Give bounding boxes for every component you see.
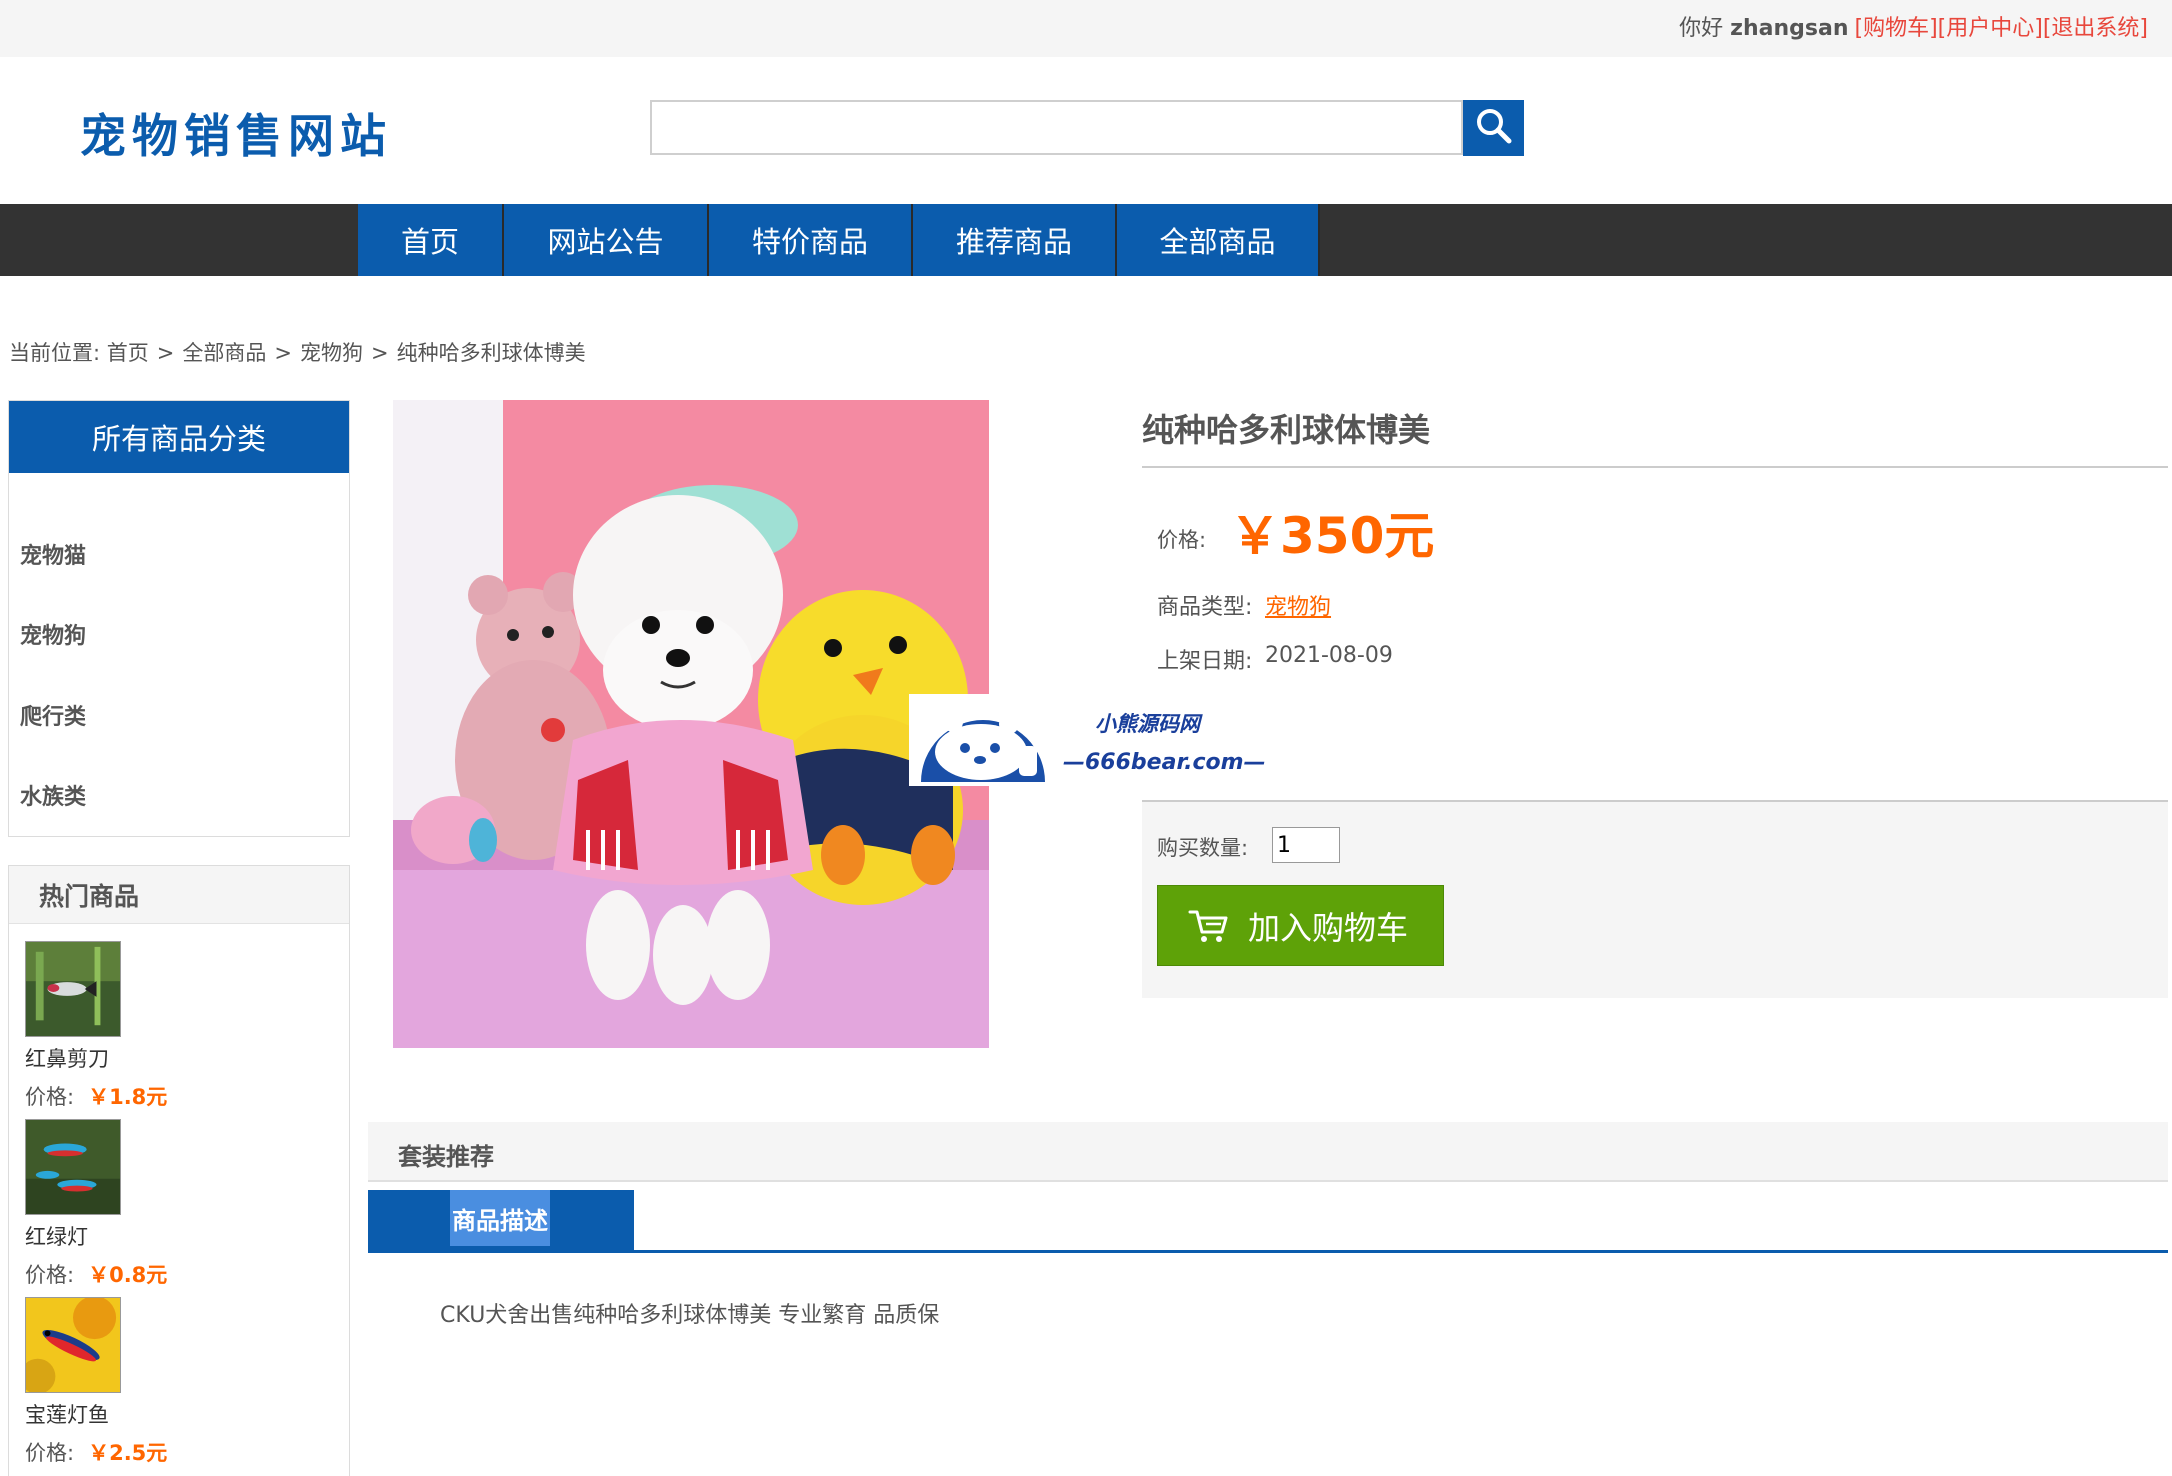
main-nav-bar: 首页 网站公告 特价商品 推荐商品 全部商品 xyxy=(0,204,2172,276)
breadcrumb-separator: > xyxy=(274,341,292,365)
hot-product-price-label: 价格: xyxy=(25,1263,75,1287)
nav-all-products[interactable]: 全部商品 xyxy=(1117,204,1320,276)
divider xyxy=(1142,466,2168,468)
hot-product-price-value: ￥0.8元 xyxy=(88,1263,168,1287)
greeting-text: 你好 xyxy=(1679,16,1724,41)
category-reptiles[interactable]: 爬行类 xyxy=(20,699,86,731)
site-logo[interactable]: 宠物销售网站 xyxy=(80,100,392,166)
logout-link[interactable]: [退出系统] xyxy=(2043,16,2148,41)
tab-product-description[interactable]: 商品描述 xyxy=(368,1190,634,1250)
package-recommend-title: 套装推荐 xyxy=(398,1143,494,1171)
user-greeting: 你好 zhangsan [购物车][用户中心][退出系统] xyxy=(1679,10,2148,42)
nav-home[interactable]: 首页 xyxy=(358,204,504,276)
listing-date-label: 上架日期: xyxy=(1157,649,1253,674)
hot-product-price-label: 价格: xyxy=(25,1441,75,1465)
nav-special-offers[interactable]: 特价商品 xyxy=(709,204,913,276)
hot-product-item: 宝莲灯鱼 价格: ￥2.5元 xyxy=(25,1297,325,1467)
hot-products-title: 热门商品 xyxy=(9,866,349,924)
search-input[interactable] xyxy=(650,100,1463,155)
nav-announcements[interactable]: 网站公告 xyxy=(504,204,709,276)
hot-product-image[interactable] xyxy=(25,1119,121,1215)
tab-underline xyxy=(368,1250,2168,1253)
add-to-cart-label: 加入购物车 xyxy=(1248,908,1409,947)
hot-product-name[interactable]: 红绿灯 xyxy=(25,1221,325,1251)
hot-product-image[interactable] xyxy=(25,1297,121,1393)
hot-product-price: 价格: ￥1.8元 xyxy=(25,1081,325,1111)
listing-date: 2021-08-09 xyxy=(1265,643,1393,668)
breadcrumb-prefix: 当前位置: xyxy=(9,341,101,365)
tab-product-description-label: 商品描述 xyxy=(450,1190,550,1246)
cart-icon xyxy=(1188,908,1230,944)
nav-recommended[interactable]: 推荐商品 xyxy=(913,204,1117,276)
purchase-panel: 购买数量: 加入购物车 xyxy=(1142,800,2168,998)
hot-product-price: 价格: ￥0.8元 xyxy=(25,1259,325,1289)
watermark-text-line2: —666bear.com— xyxy=(1063,750,1266,775)
price-label: 价格: xyxy=(1157,528,1207,552)
hot-product-image[interactable] xyxy=(25,941,121,1037)
breadcrumb-separator: > xyxy=(370,341,389,365)
hot-product-price: 价格: ￥2.5元 xyxy=(25,1437,325,1467)
top-bar: 你好 zhangsan [购物车][用户中心][退出系统] xyxy=(0,0,2172,57)
bear-logo-icon xyxy=(909,694,1059,786)
product-title: 纯种哈多利球体博美 xyxy=(1142,411,1431,449)
category-dogs[interactable]: 宠物狗 xyxy=(20,618,86,650)
category-aquatic[interactable]: 水族类 xyxy=(20,779,86,811)
breadcrumb-current: 纯种哈多利球体博美 xyxy=(396,341,586,365)
hot-product-name[interactable]: 宝莲灯鱼 xyxy=(25,1399,325,1429)
watermark: 小熊源码网 —666bear.com— xyxy=(909,694,1266,786)
add-to-cart-button[interactable]: 加入购物车 xyxy=(1157,885,1444,966)
product-image xyxy=(393,400,989,1048)
hot-products-panel: 热门商品 红鼻剪刀 价格: ￥1.8元 红绿灯 价格: ￥0.8元 宝莲灯鱼 价… xyxy=(8,865,350,1476)
search-icon xyxy=(1475,107,1513,149)
breadcrumb: 当前位置: 首页 > 全部商品 > 宠物狗 > 纯种哈多利球体博美 xyxy=(9,337,586,367)
quantity-label: 购买数量: xyxy=(1157,836,1249,860)
hot-product-item: 红鼻剪刀 价格: ￥1.8元 xyxy=(25,941,325,1111)
breadcrumb-home[interactable]: 首页 xyxy=(107,341,149,365)
hot-product-name[interactable]: 红鼻剪刀 xyxy=(25,1043,325,1073)
package-recommend-bar: 套装推荐 xyxy=(368,1122,2168,1182)
product-type-link[interactable]: 宠物狗 xyxy=(1265,589,1331,621)
breadcrumb-all-products[interactable]: 全部商品 xyxy=(182,341,266,365)
user-center-link[interactable]: [用户中心] xyxy=(1938,16,2043,41)
category-panel: 所有商品分类 宠物猫 宠物狗 爬行类 水族类 xyxy=(8,400,350,837)
hot-product-price-value: ￥2.5元 xyxy=(88,1441,168,1465)
search-button[interactable] xyxy=(1463,100,1524,156)
breadcrumb-dogs[interactable]: 宠物狗 xyxy=(300,341,363,365)
product-type-label: 商品类型: xyxy=(1157,595,1253,620)
category-cats[interactable]: 宠物猫 xyxy=(20,538,86,570)
category-panel-title: 所有商品分类 xyxy=(9,401,349,473)
username: zhangsan xyxy=(1730,16,1849,41)
hot-product-price-label: 价格: xyxy=(25,1085,75,1109)
quantity-input[interactable] xyxy=(1272,827,1340,863)
hot-product-price-value: ￥1.8元 xyxy=(88,1085,168,1109)
product-price: ￥350元 xyxy=(1230,507,1435,565)
main-nav: 首页 网站公告 特价商品 推荐商品 全部商品 xyxy=(358,204,1320,276)
hot-product-item: 红绿灯 价格: ￥0.8元 xyxy=(25,1119,325,1289)
cart-link[interactable]: [购物车] xyxy=(1854,16,1937,41)
breadcrumb-separator: > xyxy=(156,341,175,365)
product-description: CKU犬舍出售纯种哈多利球体博美 专业繁育 品质保 xyxy=(440,1303,940,1328)
watermark-text-line1: 小熊源码网 xyxy=(1095,712,1200,736)
